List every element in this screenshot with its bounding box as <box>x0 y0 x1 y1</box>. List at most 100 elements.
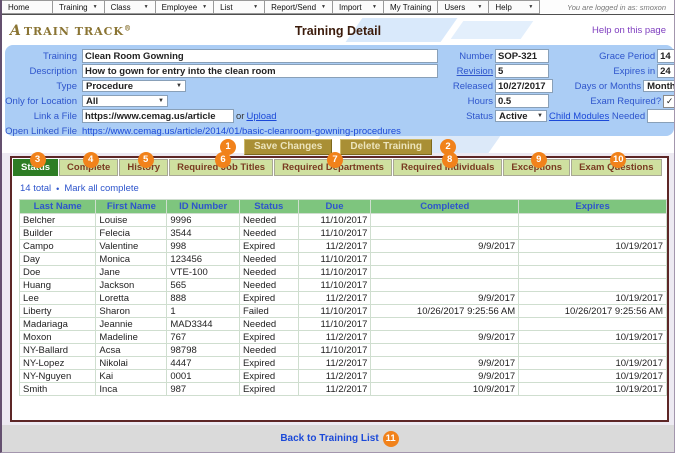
due-cell: 11/10/2017 <box>298 344 371 356</box>
location-label: Only for Location <box>5 95 77 107</box>
needed-input[interactable] <box>647 109 674 123</box>
column-header-due: Due <box>298 200 371 213</box>
callout-6: 6 <box>215 152 232 168</box>
callout-9: 9 <box>530 152 547 168</box>
due-cell: 11/2/2017 <box>298 240 371 252</box>
id-number-cell: 767 <box>167 331 239 343</box>
menu-item-label: Employee <box>161 2 198 12</box>
form-left-column: Training Description Type Procedure▼ Onl… <box>5 49 445 137</box>
first-name-cell: Madeline <box>96 331 167 343</box>
days-or-months-select[interactable]: Months▼ <box>643 80 674 92</box>
due-cell: 11/10/2017 <box>298 279 371 291</box>
type-select[interactable]: Procedure ▼ <box>82 80 186 92</box>
id-number-cell: 987 <box>167 383 239 395</box>
menu-item-my-training[interactable]: My Training <box>382 0 439 14</box>
completed-cell: 9/9/2017 <box>371 292 519 304</box>
link-file-input[interactable] <box>82 109 234 123</box>
help-on-this-page-link[interactable]: Help on this page <box>592 25 666 36</box>
open-linked-file-link[interactable]: https://www.cemag.us/article/2014/01/bas… <box>82 126 401 137</box>
menu-item-help[interactable]: Help ▼ <box>488 0 541 14</box>
first-name-cell: Monica <box>96 253 167 265</box>
expires-cell: 10/19/2017 <box>519 370 666 382</box>
status-cell: Failed <box>239 305 298 317</box>
id-number-cell: 98798 <box>167 344 239 356</box>
employee-link[interactable]: Smith <box>20 383 96 395</box>
employee-link[interactable]: Belcher <box>20 214 96 226</box>
save-changes-button[interactable]: Save Changes <box>243 139 333 155</box>
menu-item-list[interactable]: List ▼ <box>213 0 266 14</box>
employee-link[interactable]: Moxon <box>20 331 96 343</box>
employee-link[interactable]: Lee <box>20 292 96 304</box>
revision-link[interactable]: Revision <box>445 66 493 77</box>
description-row: Description <box>5 64 445 78</box>
status-cell: Expired <box>239 383 298 395</box>
employee-link[interactable]: NY-Ballard <box>20 344 96 356</box>
number-input[interactable] <box>495 49 549 63</box>
exam-required-checkbox[interactable]: ✓ <box>663 94 674 108</box>
employee-link[interactable]: Day <box>20 253 96 265</box>
upload-link[interactable]: Upload <box>246 111 276 122</box>
chevron-down-icon: ▼ <box>176 83 182 89</box>
column-header-completed: Completed <box>371 200 519 213</box>
chevron-down-icon: ▼ <box>528 4 534 10</box>
expires-cell <box>519 266 666 278</box>
callout-3: 3 <box>29 152 46 168</box>
first-name-cell: Felecia <box>96 227 167 239</box>
menu-item-label: Report/Send <box>271 2 317 12</box>
employee-link[interactable]: Liberty <box>20 305 96 317</box>
needed-label: Needed <box>611 110 646 122</box>
top-menu-bar: Home Training ▼ Class ▼ Employee ▼ List ▼ Report/… <box>2 0 674 15</box>
menu-item-home[interactable]: Home <box>2 0 53 14</box>
menu-item-label: List <box>220 2 233 12</box>
menu-item-employee[interactable]: Employee ▼ <box>154 0 215 14</box>
type-row: Type Procedure ▼ <box>5 79 445 93</box>
delete-training-button[interactable]: Delete Training <box>340 139 433 155</box>
completed-cell: 10/9/2017 <box>371 383 519 395</box>
revision-input[interactable] <box>495 64 549 78</box>
employee-link[interactable]: Campo <box>20 240 96 252</box>
training-detail-page: Home Training ▼ Class ▼ Employee ▼ List ▼ Report/… <box>0 0 675 453</box>
completed-cell: 9/9/2017 <box>371 240 519 252</box>
chevron-down-icon: ▼ <box>202 4 208 10</box>
training-label: Training <box>43 50 77 62</box>
employee-link[interactable]: Huang <box>20 279 96 291</box>
menu-item-users[interactable]: Users ▼ <box>437 0 490 14</box>
id-number-cell: 998 <box>167 240 239 252</box>
completed-cell <box>371 266 519 278</box>
child-modules-link[interactable]: Child Modules <box>549 111 609 122</box>
status-cell: Expired <box>239 292 298 304</box>
expires-in-input[interactable] <box>657 64 674 78</box>
employee-link[interactable]: NY-Nguyen <box>20 370 96 382</box>
menu-item-class[interactable]: Class ▼ <box>103 0 156 14</box>
chevron-down-icon: ▼ <box>537 113 543 119</box>
training-input[interactable] <box>82 49 438 63</box>
employee-link[interactable]: Madariaga <box>20 318 96 330</box>
status-cell: Expired <box>239 240 298 252</box>
menu-item-label: Import <box>338 2 362 12</box>
grace-period-label: Grace Period <box>599 50 656 62</box>
menu-item-report-send[interactable]: Report/Send ▼ <box>264 0 333 14</box>
menu-item-training[interactable]: Training ▼ <box>52 0 105 14</box>
hours-input[interactable] <box>495 94 549 108</box>
mark-all-complete-link[interactable]: Mark all complete <box>64 183 138 194</box>
grace-period-input[interactable] <box>657 49 674 63</box>
employee-link[interactable]: Doe <box>20 266 96 278</box>
back-to-training-list-link[interactable]: Back to Training List <box>280 433 378 444</box>
first-name-cell: Louise <box>96 214 167 226</box>
released-input[interactable] <box>495 79 553 93</box>
status-select[interactable]: Active ▼ <box>495 110 547 122</box>
due-cell: 11/2/2017 <box>298 383 371 395</box>
employee-link[interactable]: Builder <box>20 227 96 239</box>
status-childmodules-row: Status Active ▼ Child Modules Needed <box>445 109 674 123</box>
menu-item-import[interactable]: Import ▼ <box>331 0 384 14</box>
due-cell: 11/10/2017 <box>298 227 371 239</box>
location-select[interactable]: All ▼ <box>82 95 168 107</box>
expires-in-label: Expires in <box>613 65 656 77</box>
callout-5: 5 <box>137 152 154 168</box>
description-input[interactable] <box>82 64 438 78</box>
description-label: Description <box>29 65 77 77</box>
checkmark-icon: ✓ <box>665 95 674 106</box>
employee-link[interactable]: NY-Lopez <box>20 357 96 369</box>
expires-cell <box>519 214 666 226</box>
chevron-down-icon: ▼ <box>321 4 326 10</box>
